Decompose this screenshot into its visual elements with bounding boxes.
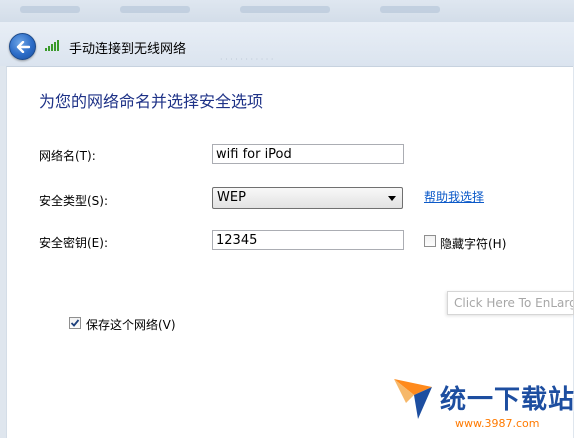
- hide-characters-checkbox[interactable]: [424, 235, 436, 247]
- security-key-input[interactable]: 12345: [212, 230, 404, 250]
- wireless-signal-icon: [45, 40, 59, 51]
- hide-characters-label: 隐藏字符(H): [440, 237, 507, 251]
- network-name-label: 网络名(T):: [39, 149, 96, 163]
- security-key-label: 安全密钥(E):: [39, 236, 108, 250]
- watermark-url: www.3987.com: [455, 417, 540, 430]
- click-to-enlarge-button[interactable]: Click Here To EnLarge: [447, 291, 574, 315]
- back-arrow-icon: [16, 40, 30, 53]
- page-heading: 为您的网络命名并选择安全选项: [39, 92, 264, 111]
- window-title: 手动连接到无线网络: [69, 42, 187, 57]
- security-type-label: 安全类型(S):: [39, 194, 109, 208]
- blurred-text: [20, 6, 80, 13]
- blurred-text: [240, 6, 330, 13]
- network-name-input[interactable]: wifi for iPod: [212, 144, 404, 164]
- blurred-text: [380, 6, 440, 13]
- blurred-address: · · · · · · · · · · ·: [220, 55, 274, 64]
- save-network-checkbox[interactable]: [69, 317, 81, 329]
- blurred-text: [120, 6, 190, 13]
- watermark-brand: 统一下载站: [440, 385, 574, 415]
- security-type-value: WEP: [217, 190, 246, 205]
- watermark-logo-icon: [394, 379, 432, 419]
- chevron-down-icon: [388, 196, 396, 201]
- security-type-select[interactable]: WEP: [212, 187, 403, 209]
- background-window-strip: [0, 0, 574, 22]
- help-me-choose-link[interactable]: 帮助我选择: [424, 188, 484, 205]
- back-button[interactable]: [9, 33, 36, 60]
- check-icon: [70, 319, 80, 327]
- save-network-label: 保存这个网络(V): [86, 318, 176, 332]
